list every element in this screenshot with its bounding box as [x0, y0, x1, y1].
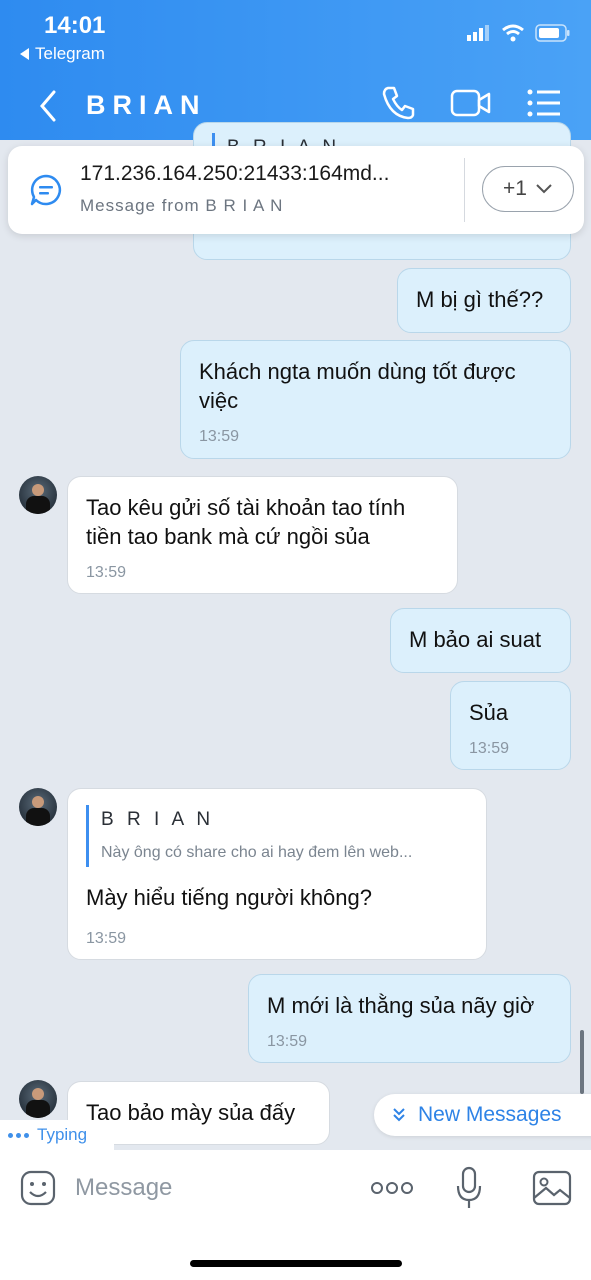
video-call-icon[interactable] [450, 88, 492, 118]
message-input[interactable]: Message [75, 1174, 172, 1202]
scrollbar[interactable] [580, 1030, 584, 1094]
chat-title[interactable]: BRIAN [86, 90, 207, 121]
more-options-icon[interactable] [370, 1180, 414, 1196]
chat-header: 14:01 Telegram BRIAN [0, 0, 591, 140]
microphone-icon[interactable] [456, 1166, 482, 1210]
message-bubble-incoming[interactable]: B R I A N Này ông có share cho ai hay đe… [67, 788, 487, 960]
back-to-app-link[interactable]: Telegram [20, 44, 105, 64]
message-bubble-outgoing[interactable]: M bảo ai suat [390, 608, 571, 673]
message-bubble-outgoing[interactable]: M bị gì thế?? [397, 268, 571, 333]
back-triangle-icon [20, 48, 29, 60]
message-bubble-incoming[interactable]: Tao kêu gửi số tài khoản tao tính tiền t… [67, 476, 458, 594]
menu-list-icon[interactable] [526, 88, 562, 118]
wifi-icon [502, 24, 524, 42]
double-chevron-down-icon [393, 1108, 405, 1122]
message-time: 13:59 [86, 564, 127, 581]
pinned-count: +1 [503, 177, 527, 200]
chevron-down-icon [536, 184, 552, 194]
message-bubble-icon [30, 174, 62, 206]
new-messages-label: New Messages [418, 1103, 562, 1126]
typing-label: Typing [37, 1125, 88, 1144]
message-time: 13:59 [267, 1033, 308, 1050]
avatar[interactable] [19, 1080, 57, 1118]
typing-dots-icon [8, 1132, 29, 1138]
avatar[interactable] [19, 476, 57, 514]
gallery-icon[interactable] [532, 1170, 572, 1206]
new-messages-button[interactable]: New Messages [374, 1094, 591, 1136]
message-text: Tao kêu gửi số tài khoản tao tính tiền t… [86, 495, 406, 549]
home-indicator[interactable] [190, 1260, 402, 1267]
signal-icon [467, 25, 489, 41]
message-text: Mày hiểu tiếng người không? [86, 885, 372, 910]
reply-quote[interactable]: B R I A N Này ông có share cho ai hay đe… [86, 805, 468, 867]
message-time: 13:59 [86, 930, 127, 947]
message-text: Sủa [469, 700, 509, 725]
message-time: 13:59 [199, 428, 240, 445]
message-text: Khách ngta muốn dùng tốt được việc [199, 359, 516, 413]
back-arrow-icon[interactable] [34, 86, 64, 126]
typing-indicator: Typing [0, 1120, 114, 1150]
message-text: M mới là thằng sủa nãy giờ [267, 993, 535, 1018]
reply-text: Này ông có share cho ai hay đem lên web.… [101, 844, 413, 861]
back-app-label: Telegram [35, 44, 105, 63]
message-text: M bị gì thế?? [416, 287, 544, 312]
pinned-subtitle: Message from B R I A N [80, 196, 284, 215]
message-text: M bảo ai suat [409, 627, 542, 652]
pinned-message-bar[interactable]: 171.236.164.250:21433:164md... Message f… [8, 146, 584, 234]
status-time: 14:01 [44, 12, 106, 39]
pinned-count-button[interactable]: +1 [482, 166, 574, 212]
pinned-text: 171.236.164.250:21433:164md... [80, 162, 390, 185]
battery-icon [535, 24, 570, 42]
pinned-divider [464, 158, 465, 222]
message-bubble-outgoing[interactable]: M mới là thằng sủa nãy giờ 13:59 [248, 974, 571, 1063]
message-bubble-outgoing[interactable]: Sủa 13:59 [450, 681, 571, 770]
message-time: 13:59 [469, 740, 510, 757]
status-icons [467, 24, 571, 42]
reply-name: B R I A N [101, 809, 215, 830]
message-bubble-outgoing[interactable]: Khách ngta muốn dùng tốt được việc 13:59 [180, 340, 571, 459]
phone-icon[interactable] [380, 84, 416, 120]
message-text: Tao bảo mày sủa đấy [86, 1100, 296, 1125]
sticker-icon[interactable] [20, 1170, 56, 1206]
avatar[interactable] [19, 788, 57, 826]
